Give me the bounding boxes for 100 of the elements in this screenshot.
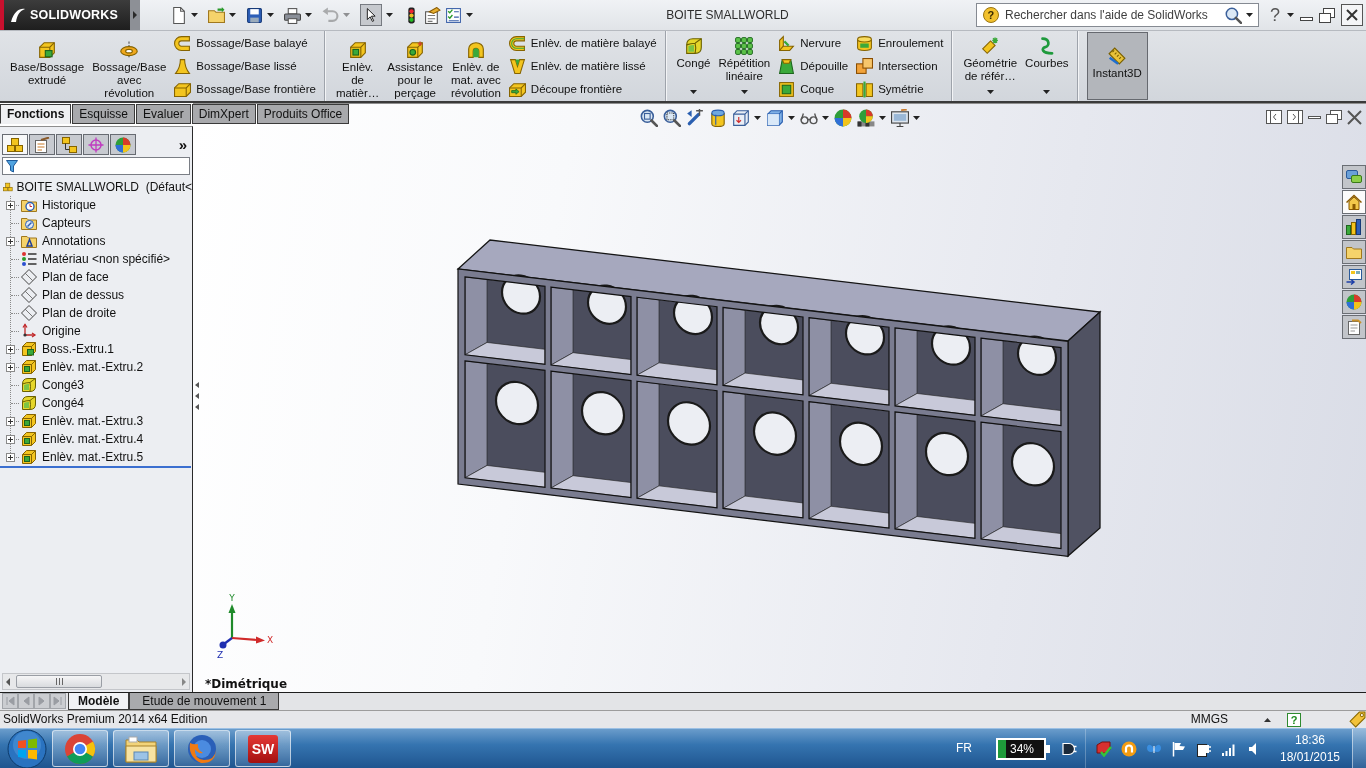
units-indicator[interactable]: MMGS [1190, 712, 1228, 727]
expand-up-icon[interactable] [1264, 717, 1271, 722]
command-tab[interactable]: Esquisse [72, 104, 136, 124]
tree-item[interactable]: Boss.-Extru.1 [42, 342, 115, 356]
wrap-button[interactable]: Enroulement [852, 32, 948, 55]
caret-icon[interactable] [912, 116, 920, 120]
caret-icon[interactable] [878, 116, 886, 120]
more-tabs-button[interactable]: » [176, 136, 189, 153]
tree-item[interactable]: Enlèv. mat.-Extru.2 [42, 360, 144, 374]
tree-item[interactable]: Enlèv. mat.-Extru.4 [42, 432, 144, 446]
language-indicator[interactable]: FR [956, 741, 972, 756]
expand-icon[interactable] [6, 236, 15, 246]
reference-geometry-button[interactable]: Géométrie de référ… [959, 32, 1022, 100]
model-tab[interactable]: Modèle [68, 693, 130, 710]
expand-icon[interactable] [6, 344, 15, 354]
minimize-icon[interactable] [1308, 115, 1321, 119]
resources-tab[interactable] [1342, 165, 1366, 189]
lofted-boss-button[interactable]: Bossage/Base lissé [170, 55, 320, 78]
zoom-to-fit-icon[interactable] [639, 109, 658, 127]
boundary-cut-button[interactable]: Découpe frontière [504, 78, 661, 101]
caret-icon[interactable] [821, 116, 829, 120]
boundary-boss-button[interactable]: Bossage/Base frontière [170, 78, 320, 101]
tag-icon[interactable] [1349, 711, 1366, 728]
feature-tree-tab[interactable] [2, 134, 28, 155]
display-tab[interactable] [110, 134, 136, 155]
taskbar-app-button[interactable] [52, 730, 108, 767]
tree-item[interactable]: Capteurs [42, 216, 91, 230]
taskbar-app-button[interactable]: SW [235, 730, 291, 767]
search-box[interactable]: ? Rechercher dans l'aide de SolidWorks [976, 3, 1259, 27]
search-field[interactable]: Rechercher dans l'aide de SolidWorks [1005, 6, 1225, 24]
close-icon[interactable] [1341, 4, 1363, 26]
revolved-boss-button[interactable]: Bossage/Base avec révolution [88, 32, 171, 100]
command-tab[interactable]: Produits Office [256, 104, 350, 124]
display-style-icon[interactable] [765, 109, 784, 127]
restore-icon[interactable] [1319, 7, 1335, 23]
appearances-tab[interactable] [1342, 290, 1366, 314]
scene-sphere-icon[interactable] [856, 109, 875, 127]
cube-check-icon[interactable] [1096, 740, 1112, 757]
printer-icon[interactable] [284, 6, 301, 24]
command-tab[interactable]: Fonctions [0, 104, 72, 124]
caret-icon[interactable] [305, 13, 312, 17]
scroll-right-icon[interactable] [182, 677, 186, 686]
configuration-tab[interactable] [56, 134, 82, 155]
tree-item[interactable]: Annotations [42, 234, 106, 248]
tree-root-item[interactable]: BOITE SMALLWORLD (Défaut< [16, 180, 192, 194]
expand-icon[interactable] [6, 200, 15, 210]
revolved-cut-button[interactable]: Enlèv. de mat. avec révolution [446, 32, 505, 100]
tree-item[interactable]: Plan de face [42, 270, 109, 284]
color-sphere-icon[interactable] [833, 109, 852, 127]
splitter-grip-icon[interactable] [193, 380, 200, 413]
caret-icon[interactable] [466, 13, 473, 17]
file-explorer-tab[interactable] [1342, 240, 1366, 264]
section-view-icon[interactable] [708, 109, 727, 127]
close-icon[interactable] [1347, 109, 1362, 125]
extruded-cut-button[interactable]: Enlèv. de matièr… [331, 32, 384, 100]
mirror-button[interactable]: Symétrie [852, 78, 948, 101]
expand-icon[interactable] [6, 434, 15, 444]
curves-button[interactable]: Courbes [1021, 32, 1073, 100]
scrollbar-thumb[interactable] [16, 675, 102, 688]
dimxpert-tab[interactable] [83, 134, 109, 155]
checklist-icon[interactable] [445, 6, 462, 24]
intersect-button[interactable]: Intersection [852, 55, 948, 78]
tree-item[interactable]: Plan de dessus [42, 288, 125, 302]
command-tab[interactable]: DimXpert [191, 104, 256, 124]
clock-time[interactable]: 18:36 [1295, 731, 1325, 749]
caret-icon[interactable] [753, 116, 761, 120]
filter-field[interactable] [2, 157, 190, 175]
view-orientation-icon[interactable] [731, 109, 750, 127]
tree-item[interactable]: Congé4 [42, 396, 85, 410]
caret-icon[interactable] [787, 116, 795, 120]
expand-icon[interactable] [6, 416, 15, 426]
file-properties-icon[interactable] [424, 6, 441, 24]
fillet-button[interactable]: Congé [672, 32, 715, 100]
shell-button[interactable]: Coque [774, 78, 853, 101]
tree-item[interactable]: Enlèv. mat.-Extru.3 [42, 414, 144, 428]
lofted-cut-button[interactable]: Enlèv. de matière lissé [504, 55, 661, 78]
hole-wizard-button[interactable]: Assistance pour le perçage [383, 32, 447, 100]
caret-icon[interactable] [229, 13, 236, 17]
view-palette-tab[interactable] [1342, 265, 1366, 289]
previous-view-icon[interactable] [685, 109, 704, 127]
caret-icon[interactable] [386, 13, 393, 17]
search-icon[interactable] [1225, 6, 1242, 24]
extruded-boss-button[interactable]: Base/Bossage extrudé [6, 32, 89, 100]
tile-left-icon[interactable] [1266, 110, 1282, 124]
linear-pattern-button[interactable]: Répétition linéaire [714, 32, 775, 100]
restore-icon[interactable] [1326, 110, 1342, 124]
swept-cut-button[interactable]: Enlèv. de matière balayé [504, 32, 661, 55]
horizontal-scrollbar[interactable] [2, 673, 190, 690]
caret-icon[interactable] [1287, 13, 1294, 17]
tree-item[interactable]: Congé3 [42, 378, 85, 392]
new-document-icon[interactable] [170, 6, 187, 24]
help-mark[interactable]: ? [1287, 712, 1301, 727]
draft-button[interactable]: Dépouille [774, 55, 853, 78]
custom-properties-tab[interactable] [1342, 315, 1366, 339]
flag-icon[interactable] [1171, 740, 1187, 757]
taskbar-app-button[interactable] [174, 730, 230, 767]
clock-date[interactable]: 18/01/2015 [1279, 748, 1341, 766]
monitor-icon[interactable] [890, 109, 909, 127]
scroll-left-icon[interactable] [6, 677, 10, 686]
tree-item[interactable]: Matériau <non spécifié> [42, 252, 171, 266]
